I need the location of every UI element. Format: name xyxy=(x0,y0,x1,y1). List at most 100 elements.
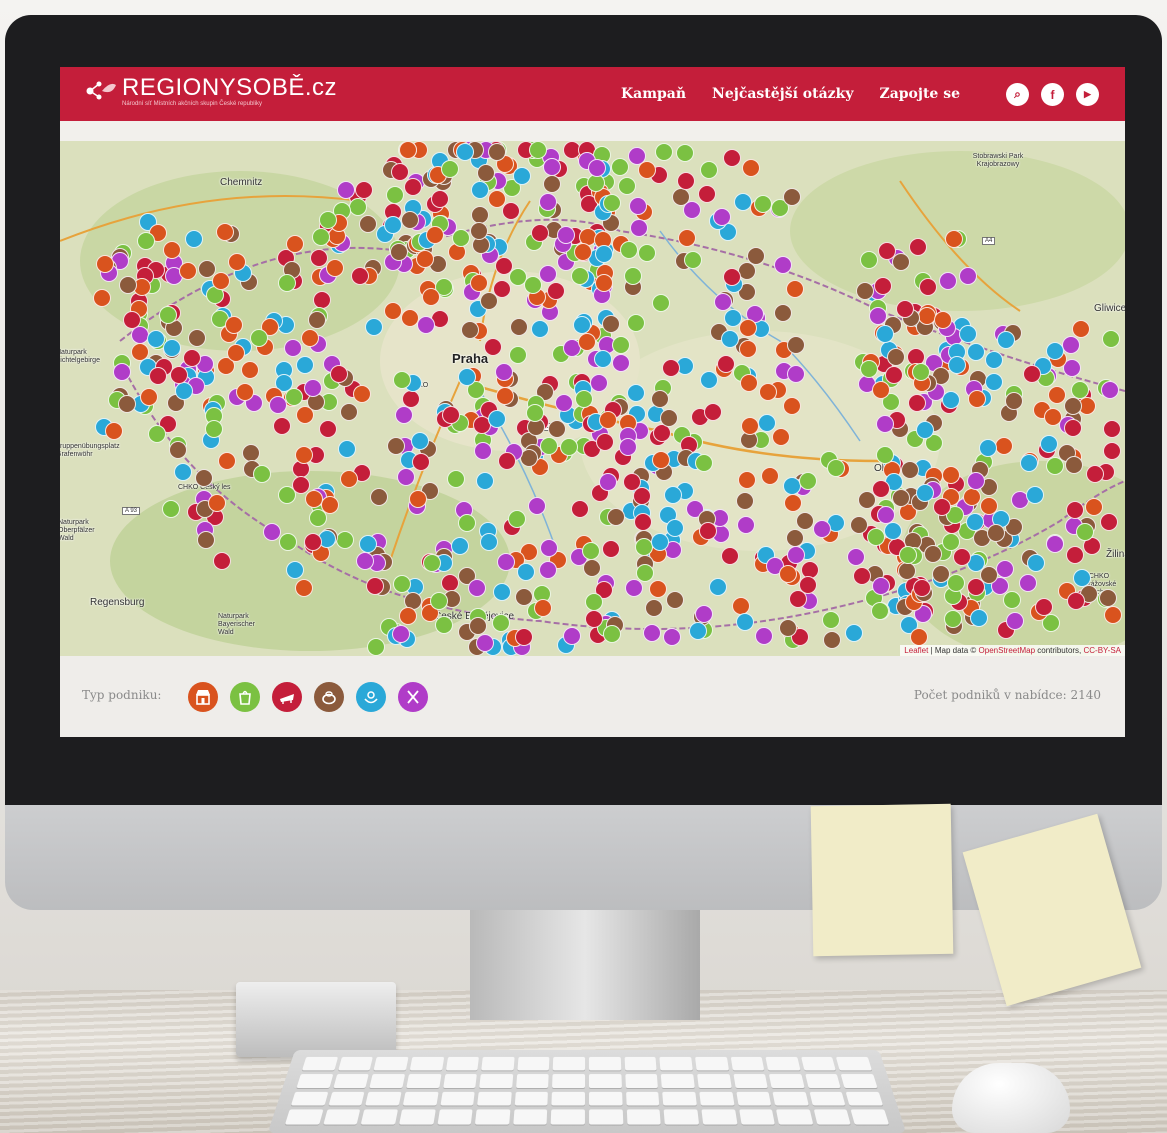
map-marker[interactable] xyxy=(912,579,931,598)
site-logo[interactable]: REGIONYSOBĚ.cz Národní síť Místních akčn… xyxy=(82,75,337,108)
map-marker[interactable] xyxy=(619,240,638,259)
map-marker[interactable] xyxy=(812,519,831,538)
map-marker[interactable] xyxy=(796,511,815,530)
map-marker[interactable] xyxy=(941,465,960,484)
map-marker[interactable] xyxy=(661,359,680,378)
map-marker[interactable] xyxy=(618,176,637,195)
map-marker[interactable] xyxy=(822,610,841,629)
map-marker[interactable] xyxy=(497,552,516,571)
map-marker[interactable] xyxy=(178,262,197,281)
map-marker[interactable] xyxy=(543,174,562,193)
craft-icon[interactable] xyxy=(314,682,344,712)
map-marker[interactable] xyxy=(786,545,805,564)
map-marker[interactable] xyxy=(104,421,123,440)
license-link[interactable]: CC-BY-SA xyxy=(1084,646,1122,655)
map-marker[interactable] xyxy=(492,280,511,299)
map-marker[interactable] xyxy=(118,276,137,295)
map-marker[interactable] xyxy=(285,235,304,254)
map-marker[interactable] xyxy=(423,553,442,572)
map-marker[interactable] xyxy=(149,366,168,385)
nav-faq[interactable]: Nejčastější otázky xyxy=(712,86,853,102)
map-marker[interactable] xyxy=(783,187,802,206)
map-marker[interactable] xyxy=(735,491,754,510)
map-marker[interactable] xyxy=(594,245,613,264)
map-marker[interactable] xyxy=(147,425,166,444)
map-marker[interactable] xyxy=(512,167,531,186)
map-marker[interactable] xyxy=(517,562,536,581)
map-marker[interactable] xyxy=(196,531,215,550)
map-marker[interactable] xyxy=(676,143,695,162)
map-marker[interactable] xyxy=(1103,419,1121,438)
map-marker[interactable] xyxy=(637,244,656,263)
map-marker[interactable] xyxy=(1044,407,1063,426)
map-marker[interactable] xyxy=(218,451,236,470)
map-marker[interactable] xyxy=(417,315,436,334)
map-marker[interactable] xyxy=(123,310,142,329)
map-marker[interactable] xyxy=(303,379,322,398)
map-marker[interactable] xyxy=(162,338,181,357)
map-marker[interactable] xyxy=(909,628,928,647)
map-marker[interactable] xyxy=(735,613,754,632)
map-marker[interactable] xyxy=(446,470,465,489)
map-marker[interactable] xyxy=(787,364,806,383)
map-marker[interactable] xyxy=(799,575,818,594)
map-marker[interactable] xyxy=(174,462,193,481)
map-marker[interactable] xyxy=(514,627,533,646)
map-marker[interactable] xyxy=(746,246,765,265)
map-marker[interactable] xyxy=(240,361,259,380)
map-marker[interactable] xyxy=(699,161,718,180)
map-marker[interactable] xyxy=(457,514,476,533)
map-marker[interactable] xyxy=(722,149,741,168)
map-marker[interactable] xyxy=(627,383,646,402)
map-marker[interactable] xyxy=(984,350,1003,369)
map-marker[interactable] xyxy=(606,507,625,526)
osm-link[interactable]: OpenStreetMap xyxy=(979,646,1035,655)
map-marker[interactable] xyxy=(1099,588,1118,607)
restaurant-icon[interactable] xyxy=(398,682,428,712)
map-marker[interactable] xyxy=(294,578,313,597)
map-marker[interactable] xyxy=(212,552,231,571)
search-icon[interactable]: ⌕ xyxy=(1006,83,1029,106)
map-marker[interactable] xyxy=(312,291,331,310)
map-marker[interactable] xyxy=(873,276,892,295)
map-marker[interactable] xyxy=(844,623,863,642)
business-map[interactable]: Chemnitz Praha Regensburg České Budějovi… xyxy=(60,141,1125,656)
map-marker[interactable] xyxy=(479,533,498,552)
map-marker[interactable] xyxy=(907,393,926,412)
map-marker[interactable] xyxy=(174,381,193,400)
map-marker[interactable] xyxy=(875,415,894,434)
map-marker[interactable] xyxy=(947,355,966,374)
map-marker[interactable] xyxy=(731,596,750,615)
map-marker[interactable] xyxy=(112,362,131,381)
map-marker[interactable] xyxy=(895,300,914,319)
map-marker[interactable] xyxy=(683,251,702,270)
map-marker[interactable] xyxy=(139,388,158,407)
map-marker[interactable] xyxy=(386,436,405,455)
map-marker[interactable] xyxy=(303,532,322,551)
map-marker[interactable] xyxy=(440,160,459,179)
map-marker[interactable] xyxy=(650,390,669,409)
map-marker[interactable] xyxy=(712,208,731,227)
map-marker[interactable] xyxy=(292,475,311,494)
map-marker[interactable] xyxy=(184,229,203,248)
map-marker[interactable] xyxy=(637,160,656,179)
map-marker[interactable] xyxy=(350,267,369,286)
map-marker[interactable] xyxy=(785,528,804,547)
map-marker[interactable] xyxy=(365,576,384,595)
map-marker[interactable] xyxy=(1018,574,1037,593)
map-marker[interactable] xyxy=(401,308,420,327)
map-marker[interactable] xyxy=(1039,434,1058,453)
map-marker[interactable] xyxy=(758,413,777,432)
map-marker[interactable] xyxy=(738,470,757,489)
map-marker[interactable] xyxy=(923,545,942,564)
map-marker[interactable] xyxy=(250,328,269,347)
map-marker[interactable] xyxy=(1085,464,1104,483)
map-marker[interactable] xyxy=(643,623,662,642)
map-marker[interactable] xyxy=(716,354,735,373)
map-marker[interactable] xyxy=(494,256,513,275)
map-marker[interactable] xyxy=(662,627,681,646)
map-marker[interactable] xyxy=(392,574,411,593)
map-marker[interactable] xyxy=(147,329,166,348)
map-marker[interactable] xyxy=(1022,365,1041,384)
map-marker[interactable] xyxy=(860,359,879,378)
